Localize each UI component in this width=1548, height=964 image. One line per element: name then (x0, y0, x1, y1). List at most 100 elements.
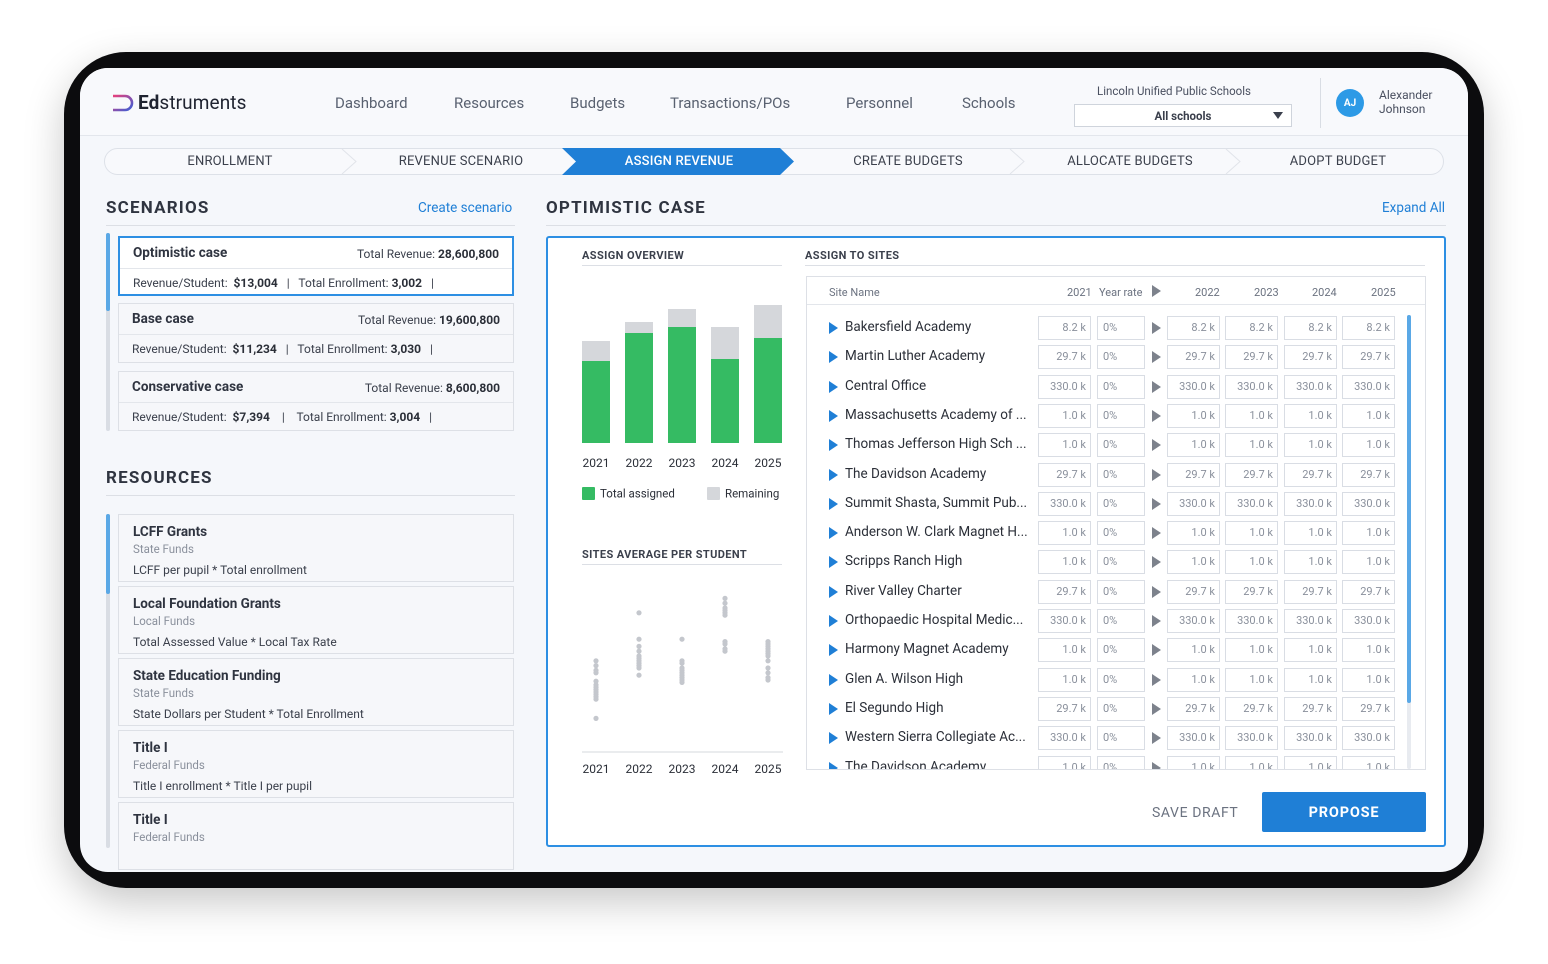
value-2022-input[interactable]: 1.0 k (1167, 638, 1220, 663)
value-2023-input[interactable]: 330.0 k (1225, 491, 1278, 516)
value-2021-input[interactable]: 1.0 k (1038, 433, 1091, 458)
value-2024-input[interactable]: 1.0 k (1284, 550, 1337, 575)
expand-row-icon[interactable] (829, 702, 838, 715)
table-row[interactable]: The Davidson Academy 1.0 k 0% 1.0 k 1.0 k 1.0… (807, 753, 1407, 769)
apply-rate-icon[interactable] (1152, 702, 1161, 715)
year-rate-input[interactable]: 0% (1097, 462, 1145, 487)
value-2025-input[interactable]: 1.0 k (1342, 667, 1395, 692)
value-2024-input[interactable]: 29.7 k (1284, 696, 1337, 721)
value-2022-input[interactable]: 8.2 k (1167, 316, 1220, 340)
expand-row-icon[interactable] (829, 497, 838, 510)
value-2024-input[interactable]: 8.2 k (1284, 316, 1337, 340)
value-2023-input[interactable]: 1.0 k (1225, 755, 1278, 769)
scenarios-scrollbar[interactable] (106, 233, 110, 431)
apply-rate-icon[interactable] (1152, 585, 1161, 598)
table-row[interactable]: Orthopaedic Hospital Medic... 330.0 k 0% 33… (807, 606, 1407, 635)
col-2021[interactable]: 2021 (1067, 286, 1092, 299)
apply-rate-icon[interactable] (1152, 380, 1161, 393)
value-2024-input[interactable]: 330.0 k (1284, 491, 1337, 516)
year-rate-input[interactable]: 0% (1097, 521, 1145, 546)
value-2025-input[interactable]: 330.0 k (1342, 374, 1395, 399)
table-row[interactable]: Thomas Jefferson High Sch ... 1.0 k 0% 1.0 … (807, 430, 1407, 459)
value-2022-input[interactable]: 1.0 k (1167, 433, 1220, 458)
value-2025-input[interactable]: 1.0 k (1342, 433, 1395, 458)
value-2023-input[interactable]: 1.0 k (1225, 403, 1278, 428)
value-2025-input[interactable]: 330.0 k (1342, 609, 1395, 633)
nav-schools[interactable]: Schools (962, 94, 1016, 112)
value-2023-input[interactable]: 8.2 k (1225, 316, 1278, 340)
value-2024-input[interactable]: 330.0 k (1284, 374, 1337, 399)
value-2025-input[interactable]: 29.7 k (1342, 579, 1395, 604)
step-adopt-budget[interactable]: ADOPT BUDGET (1240, 148, 1436, 175)
value-2021-input[interactable]: 330.0 k (1038, 491, 1091, 516)
apply-rate-icon[interactable] (1152, 285, 1161, 297)
value-2022-input[interactable]: 1.0 k (1167, 667, 1220, 692)
school-dropdown[interactable]: All schools (1074, 104, 1292, 127)
value-2023-input[interactable]: 29.7 k (1225, 579, 1278, 604)
value-2021-input[interactable]: 29.7 k (1038, 345, 1091, 370)
value-2025-input[interactable]: 8.2 k (1342, 316, 1395, 340)
value-2023-input[interactable]: 1.0 k (1225, 521, 1278, 546)
table-row[interactable]: Massachusetts Academy of ... 1.0 k 0% 1.0 k… (807, 401, 1407, 430)
scenario-card-conservative[interactable]: Conservative case Total Revenue: 8,600,8… (118, 371, 514, 431)
expand-row-icon[interactable] (829, 644, 838, 657)
apply-rate-icon[interactable] (1152, 468, 1161, 481)
apply-rate-icon[interactable] (1152, 409, 1161, 422)
nav-transactions[interactable]: Transactions/POs (670, 94, 790, 112)
user-name[interactable]: Alexander Johnson (1379, 88, 1449, 116)
year-rate-input[interactable]: 0% (1097, 726, 1145, 751)
apply-rate-icon[interactable] (1152, 615, 1161, 627)
value-2022-input[interactable]: 330.0 k (1167, 491, 1220, 516)
table-row[interactable]: Summit Shasta, Summit Pub... 330.0 k 0% 330… (807, 489, 1407, 518)
nav-personnel[interactable]: Personnel (846, 94, 913, 112)
resource-card[interactable]: Title I Federal Funds Title I enrollment… (118, 730, 514, 798)
year-rate-input[interactable]: 0% (1097, 345, 1145, 370)
value-2021-input[interactable]: 330.0 k (1038, 609, 1091, 633)
step-allocate-budgets[interactable]: ALLOCATE BUDGETS (1022, 148, 1238, 175)
apply-rate-icon[interactable] (1152, 322, 1161, 334)
table-row[interactable]: The Davidson Academy 29.7 k 0% 29.7 k 29.7 k… (807, 460, 1407, 489)
value-2022-input[interactable]: 1.0 k (1167, 755, 1220, 769)
table-scrollbar[interactable] (1407, 315, 1411, 769)
value-2024-input[interactable]: 29.7 k (1284, 579, 1337, 604)
value-2023-input[interactable]: 330.0 k (1225, 726, 1278, 751)
year-rate-input[interactable]: 0% (1097, 491, 1145, 516)
scenario-card-optimistic[interactable]: Optimistic case Total Revenue: 28,600,80… (118, 236, 514, 296)
expand-row-icon[interactable] (829, 585, 838, 598)
value-2025-input[interactable]: 29.7 k (1342, 345, 1395, 370)
apply-rate-icon[interactable] (1152, 527, 1161, 540)
value-2021-input[interactable]: 29.7 k (1038, 696, 1091, 721)
year-rate-input[interactable]: 0% (1097, 374, 1145, 399)
col-site-name[interactable]: Site Name (829, 286, 880, 299)
value-2023-input[interactable]: 29.7 k (1225, 696, 1278, 721)
col-2024[interactable]: 2024 (1312, 286, 1337, 299)
expand-row-icon[interactable] (829, 615, 838, 627)
value-2025-input[interactable]: 1.0 k (1342, 521, 1395, 546)
value-2023-input[interactable]: 1.0 k (1225, 550, 1278, 575)
nav-budgets[interactable]: Budgets (570, 94, 625, 112)
avatar[interactable]: AJ (1336, 89, 1364, 117)
value-2024-input[interactable]: 1.0 k (1284, 521, 1337, 546)
propose-button[interactable]: PROPOSE (1262, 792, 1426, 832)
value-2023-input[interactable]: 1.0 k (1225, 638, 1278, 663)
expand-row-icon[interactable] (829, 351, 838, 364)
step-revenue-scenario[interactable]: REVENUE SCENARIO (356, 148, 566, 175)
value-2021-input[interactable]: 1.0 k (1038, 403, 1091, 428)
col-year-rate[interactable]: Year rate (1099, 286, 1142, 299)
value-2024-input[interactable]: 330.0 k (1284, 726, 1337, 751)
year-rate-input[interactable]: 0% (1097, 433, 1145, 458)
step-enrollment[interactable]: ENROLLMENT (104, 148, 356, 175)
expand-row-icon[interactable] (829, 322, 838, 334)
value-2023-input[interactable]: 1.0 k (1225, 667, 1278, 692)
table-row[interactable]: Western Sierra Collegiate Ac... 330.0 k 0%… (807, 723, 1407, 752)
value-2023-input[interactable]: 29.7 k (1225, 462, 1278, 487)
value-2021-input[interactable]: 1.0 k (1038, 667, 1091, 692)
value-2025-input[interactable]: 1.0 k (1342, 550, 1395, 575)
value-2022-input[interactable]: 1.0 k (1167, 521, 1220, 546)
year-rate-input[interactable]: 0% (1097, 579, 1145, 604)
year-rate-input[interactable]: 0% (1097, 696, 1145, 721)
value-2022-input[interactable]: 29.7 k (1167, 579, 1220, 604)
col-2025[interactable]: 2025 (1371, 286, 1396, 299)
value-2022-input[interactable]: 1.0 k (1167, 403, 1220, 428)
nav-dashboard[interactable]: Dashboard (335, 94, 408, 112)
